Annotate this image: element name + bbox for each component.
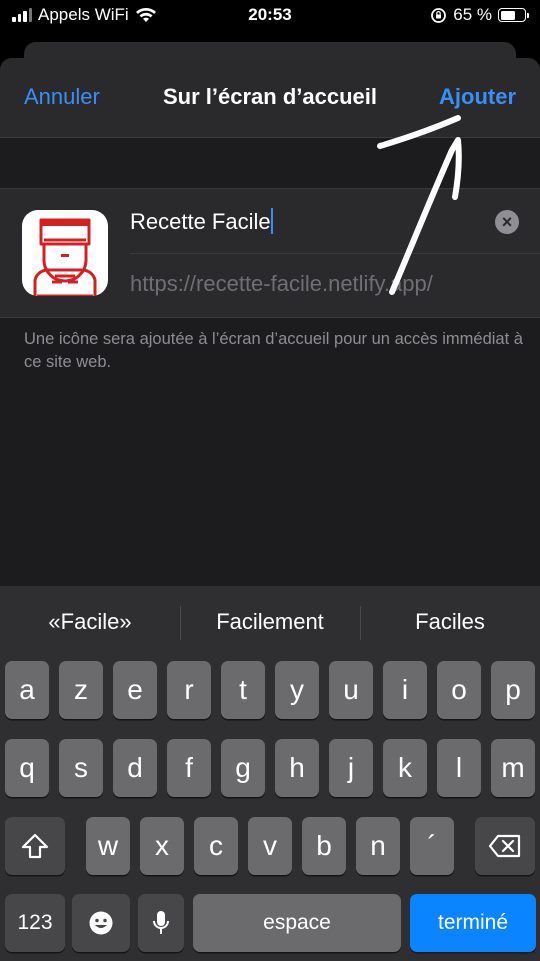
battery-percent: 65 % xyxy=(453,5,492,24)
key-o[interactable]: o xyxy=(437,661,481,719)
key-e[interactable]: e xyxy=(113,661,157,719)
key-m[interactable]: m xyxy=(491,739,535,797)
key-i[interactable]: i xyxy=(383,661,427,719)
key-h[interactable]: h xyxy=(275,739,319,797)
shift-key[interactable] xyxy=(5,817,65,875)
key-l[interactable]: l xyxy=(437,739,481,797)
key-j[interactable]: j xyxy=(329,739,373,797)
key-w[interactable]: w xyxy=(86,817,130,875)
clear-icon[interactable]: × xyxy=(495,210,519,234)
name-field[interactable]: Recette Facile × xyxy=(130,189,540,254)
microphone-icon xyxy=(153,911,169,934)
key-f[interactable]: f xyxy=(167,739,211,797)
orientation-lock-icon xyxy=(431,7,447,23)
suggestion-item[interactable]: Faciles xyxy=(360,606,540,640)
status-right: 65 % xyxy=(430,5,529,25)
nav-bar: Annuler Sur l’écran d’accueil Ajouter xyxy=(0,58,540,138)
key-k[interactable]: k xyxy=(383,739,427,797)
key-d[interactable]: d xyxy=(113,739,157,797)
key-accent[interactable]: ´ xyxy=(410,817,454,875)
key-x[interactable]: x xyxy=(140,817,184,875)
key-c[interactable]: c xyxy=(194,817,238,875)
backspace-key[interactable] xyxy=(475,817,535,875)
numbers-key[interactable]: 123 xyxy=(5,894,65,952)
key-b[interactable]: b xyxy=(302,817,346,875)
chef-icon xyxy=(22,210,108,296)
done-key[interactable]: terminé xyxy=(410,894,536,952)
key-a[interactable]: a xyxy=(5,661,49,719)
key-n[interactable]: n xyxy=(356,817,400,875)
key-g[interactable]: g xyxy=(221,739,265,797)
key-s[interactable]: s xyxy=(59,739,103,797)
info-text: Une icône sera ajoutée à l’écran d’accue… xyxy=(24,330,523,371)
battery-icon xyxy=(498,8,529,22)
shortcut-card: Recette Facile × https://recette-facile.… xyxy=(0,188,540,318)
add-button[interactable]: Ajouter xyxy=(439,84,516,110)
key-q[interactable]: q xyxy=(5,739,49,797)
keyboard: «Facile» Facilement Faciles azertyuiop qs… xyxy=(0,586,540,961)
name-input-value: Recette Facile xyxy=(130,209,271,234)
suggestion-item[interactable]: «Facile» xyxy=(0,609,180,635)
text-cursor xyxy=(270,208,273,234)
emoji-key[interactable] xyxy=(72,894,130,952)
key-r[interactable]: r xyxy=(167,661,211,719)
key-v[interactable]: v xyxy=(248,817,292,875)
key-u[interactable]: u xyxy=(329,661,373,719)
key-t[interactable]: t xyxy=(221,661,265,719)
emoji-icon xyxy=(89,911,113,935)
suggestion-bar: «Facile» Facilement Faciles xyxy=(0,586,540,658)
key-p[interactable]: p xyxy=(491,661,535,719)
key-z[interactable]: z xyxy=(59,661,103,719)
key-y[interactable]: y xyxy=(275,661,319,719)
shift-icon xyxy=(21,833,49,859)
backspace-icon xyxy=(488,834,521,858)
status-bar: Appels WiFi 20:53 65 % xyxy=(0,0,540,32)
suggestion-item[interactable]: Facilement xyxy=(180,606,360,640)
url-label: https://recette-facile.netlify.app/ xyxy=(130,271,433,296)
microphone-key[interactable] xyxy=(138,894,184,952)
space-key[interactable]: espace xyxy=(193,894,401,952)
